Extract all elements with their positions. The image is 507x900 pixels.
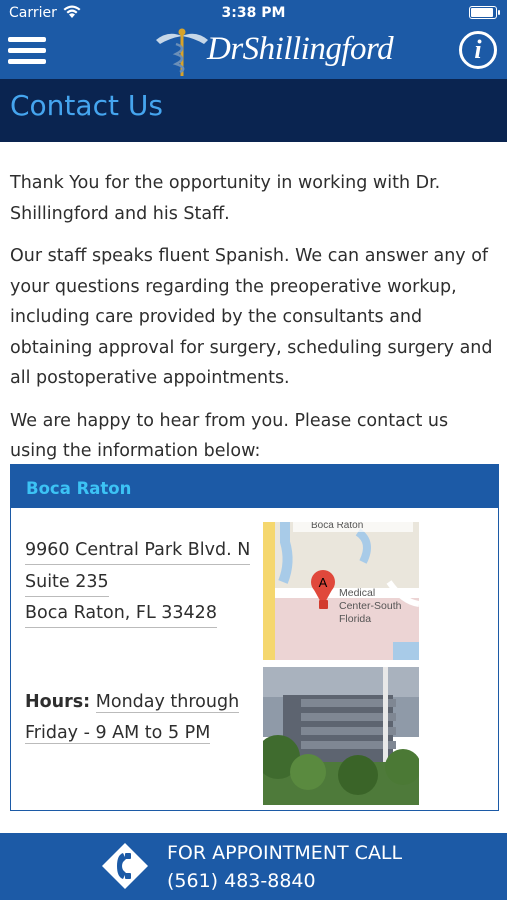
- phone-icon: [102, 843, 148, 889]
- intro-paragraph: We are happy to hear from you. Please co…: [10, 410, 449, 462]
- map-place-label: Florida: [339, 613, 371, 625]
- call-number[interactable]: (561) 483-8840: [167, 870, 316, 892]
- hours: Hours: Monday through Friday - 9 AM to 5…: [25, 687, 255, 748]
- address[interactable]: 9960 Central Park Blvd. N Suite 235 Boca…: [25, 536, 255, 631]
- location-name: Boca Raton: [26, 479, 132, 498]
- intro-paragraph: Thank You for the opportunity in working…: [10, 173, 441, 224]
- hours-label: Hours:: [25, 692, 91, 712]
- caduceus-icon: [156, 28, 208, 76]
- building-image: [263, 667, 419, 805]
- call-label: FOR APPOINTMENT CALL: [167, 842, 403, 864]
- status-bar: Carrier 3:38 PM: [0, 0, 507, 28]
- logo: DrShillingford: [152, 26, 394, 78]
- building-photo[interactable]: [263, 667, 419, 805]
- intro-paragraph: Our staff speaks fluent Spanish. We can …: [10, 246, 493, 388]
- map-marker-letter: A: [319, 575, 328, 590]
- map-graphic: Boca Raton A Medical Center-South Florid…: [263, 522, 419, 660]
- address-line[interactable]: Boca Raton, FL 33428: [25, 599, 217, 628]
- hamburger-menu-icon: [8, 37, 46, 42]
- location-card: Boca Raton 9960 Central Park Blvd. N Sui…: [10, 464, 499, 811]
- logo-text: DrShillingford: [207, 31, 394, 67]
- map-place-label: Center-South: [339, 600, 402, 612]
- page-title: Contact Us: [10, 89, 163, 122]
- info-button[interactable]: i: [459, 31, 497, 69]
- location-map[interactable]: Boca Raton A Medical Center-South Florid…: [263, 522, 419, 660]
- address-line[interactable]: 9960 Central Park Blvd. N: [25, 536, 251, 565]
- clock: 3:38 PM: [221, 5, 286, 21]
- map-city-label: Boca Raton: [311, 522, 363, 531]
- info-icon: i: [474, 35, 482, 64]
- menu-button[interactable]: [8, 37, 46, 67]
- address-line[interactable]: Suite 235: [25, 568, 109, 597]
- map-place-label: Medical: [339, 587, 375, 599]
- appointment-call-bar[interactable]: FOR APPOINTMENT CALL (561) 483-8840: [0, 833, 507, 900]
- location-header: Boca Raton: [11, 465, 498, 508]
- battery-icon: [469, 6, 500, 19]
- title-bar: Contact Us: [0, 79, 507, 142]
- intro-text: Thank You for the opportunity in working…: [10, 168, 496, 479]
- top-bar: Carrier 3:38 PM DrShillingford i: [0, 0, 507, 79]
